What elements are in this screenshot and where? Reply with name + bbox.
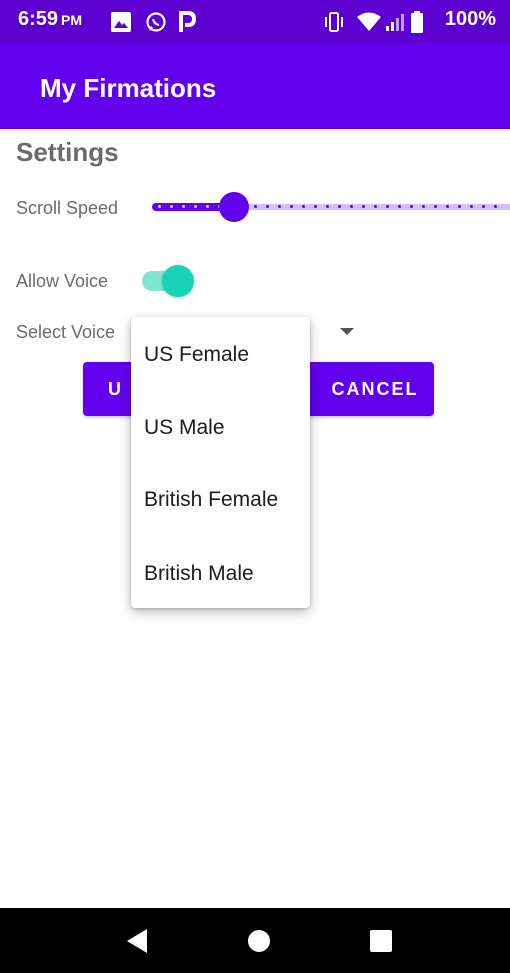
slider-tick xyxy=(194,205,197,208)
voice-dropdown-menu: US Female US Male British Female British… xyxy=(131,317,310,608)
app-bar: My Firmations xyxy=(0,43,510,129)
slider-tick xyxy=(458,205,461,208)
slider-tick xyxy=(398,205,401,208)
slider-tick xyxy=(170,205,173,208)
voice-option-british-female[interactable]: British Female xyxy=(144,488,278,512)
slider-tick xyxy=(266,205,269,208)
back-icon xyxy=(127,928,147,953)
status-time-value: 6:59 xyxy=(18,8,59,30)
slider-thumb[interactable] xyxy=(219,192,249,222)
allow-voice-label: Allow Voice xyxy=(16,271,109,291)
voice-option-british-male[interactable]: British Male xyxy=(144,562,254,586)
slider-tick xyxy=(254,205,257,208)
app-title: My Firmations xyxy=(40,73,217,103)
back-button[interactable] xyxy=(107,908,167,973)
status-time-ampm: PM xyxy=(61,12,83,28)
vibrate-icon xyxy=(322,11,346,38)
parking-app-icon xyxy=(178,11,197,38)
slider-tick xyxy=(374,205,377,208)
slider-tick xyxy=(338,205,341,208)
home-button[interactable] xyxy=(229,908,289,973)
slider-tick xyxy=(302,205,305,208)
scroll-speed-label: Scroll Speed xyxy=(16,198,119,218)
scroll-speed-slider[interactable] xyxy=(152,192,510,222)
slider-tick xyxy=(470,205,473,208)
voice-option-us-female[interactable]: US Female xyxy=(144,343,249,367)
status-bar: 6:59 PM 100% xyxy=(0,0,510,43)
screen: 6:59 PM 100% My Firmations Settings Scrol… xyxy=(0,0,510,973)
allow-voice-switch[interactable] xyxy=(142,265,194,297)
slider-tick xyxy=(326,205,329,208)
slider-track-inactive xyxy=(232,204,510,210)
wifi-icon xyxy=(356,11,382,38)
cancel-button-label: CANCEL xyxy=(331,378,419,399)
update-button-label: U xyxy=(108,378,123,399)
battery-icon xyxy=(410,11,424,38)
slider-tick xyxy=(182,205,185,208)
slider-tick xyxy=(410,205,413,208)
slider-tick xyxy=(422,205,425,208)
whatsapp-icon xyxy=(145,11,167,38)
recents-icon xyxy=(370,929,392,952)
select-voice-label: Select Voice xyxy=(16,322,116,342)
home-icon xyxy=(248,929,270,952)
settings-title: Settings xyxy=(16,137,119,167)
slider-tick xyxy=(482,205,485,208)
slider-tick xyxy=(362,205,365,208)
slider-tick xyxy=(206,205,209,208)
signal-icon xyxy=(384,11,406,38)
slider-tick xyxy=(158,205,161,208)
slider-tick xyxy=(290,205,293,208)
cancel-button[interactable]: CANCEL xyxy=(296,362,434,416)
voice-option-us-male[interactable]: US Male xyxy=(144,416,225,440)
switch-knob xyxy=(162,265,194,297)
slider-tick xyxy=(314,205,317,208)
slider-tick xyxy=(350,205,353,208)
status-time: 6:59 PM xyxy=(18,8,82,31)
recents-button[interactable] xyxy=(351,908,411,973)
navigation-bar xyxy=(0,908,510,973)
image-icon xyxy=(110,11,132,38)
slider-tick xyxy=(434,205,437,208)
slider-tick xyxy=(386,205,389,208)
slider-tick xyxy=(278,205,281,208)
battery-percent: 100% xyxy=(444,8,496,30)
slider-tick xyxy=(494,205,497,208)
slider-tick xyxy=(446,205,449,208)
voice-spinner-arrow[interactable] xyxy=(340,328,354,335)
